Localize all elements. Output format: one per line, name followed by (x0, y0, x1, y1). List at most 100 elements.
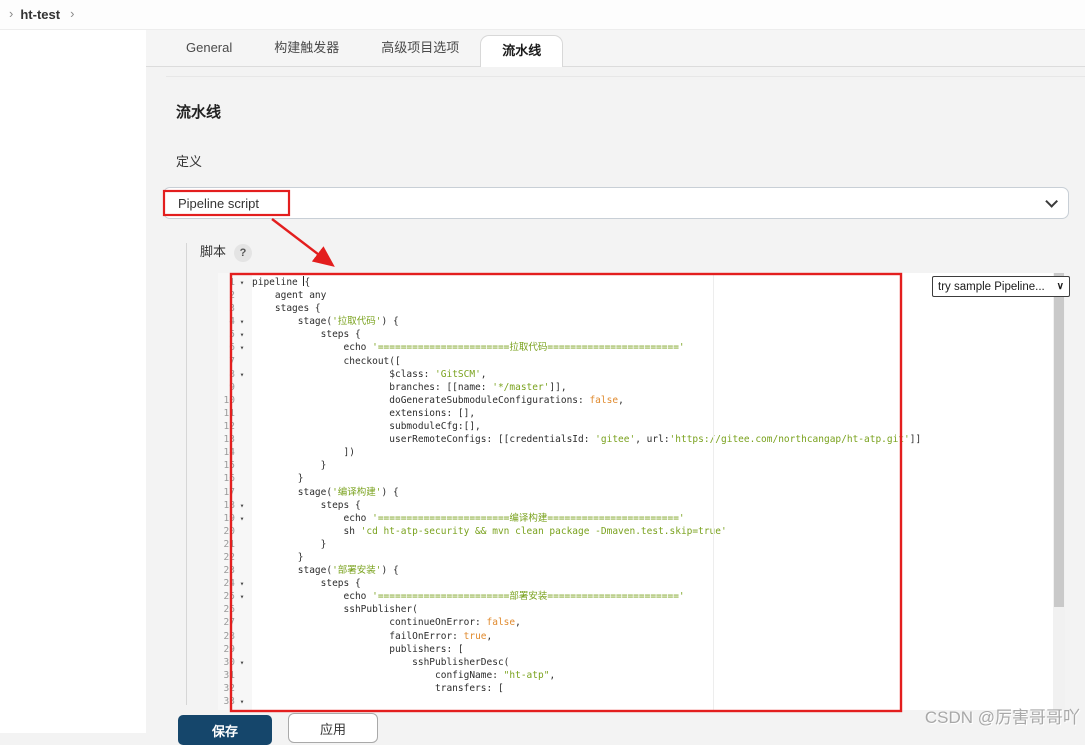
code-line[interactable]: stage('编译构建') { (252, 486, 1053, 499)
line-number[interactable]: 2 (218, 289, 252, 302)
fold-arrow-placeholder (235, 564, 249, 577)
line-number[interactable]: 8▾ (218, 368, 252, 381)
fold-arrow-placeholder (235, 394, 249, 407)
code-line[interactable]: stage('拉取代码') { (252, 315, 1053, 328)
fold-arrow-icon[interactable]: ▾ (235, 499, 249, 512)
line-number[interactable]: 18▾ (218, 499, 252, 512)
sidebar (0, 30, 146, 733)
line-number[interactable]: 22 (218, 551, 252, 564)
tab-advanced-project-options[interactable]: 高级项目选项 (360, 30, 480, 66)
code-line[interactable]: transfers: [ (252, 682, 1053, 695)
code-line[interactable]: echo '=======================拉取代码=======… (252, 341, 1053, 354)
content-divider (166, 76, 1085, 77)
line-number[interactable]: 23 (218, 564, 252, 577)
tab-build-triggers[interactable]: 构建触发器 (253, 30, 360, 66)
definition-select[interactable]: Pipeline script (163, 187, 1069, 219)
line-number[interactable]: 10 (218, 394, 252, 407)
line-number[interactable]: 12 (218, 420, 252, 433)
line-number[interactable]: 11 (218, 407, 252, 420)
fold-arrow-icon[interactable]: ▾ (235, 368, 249, 381)
line-number[interactable]: 7 (218, 355, 252, 368)
sample-pipeline-select[interactable]: try sample Pipeline... ∨ (932, 276, 1070, 297)
line-number[interactable]: 3 (218, 302, 252, 315)
fold-arrow-placeholder (235, 551, 249, 564)
code-line[interactable]: echo '=======================编译构建=======… (252, 512, 1053, 525)
fold-arrow-icon[interactable]: ▾ (235, 512, 249, 525)
line-number[interactable]: 29 (218, 643, 252, 656)
line-number[interactable]: 16 (218, 472, 252, 485)
fold-arrow-placeholder (235, 433, 249, 446)
line-number[interactable]: 1▾ (218, 276, 252, 289)
save-button[interactable]: 保存 (178, 715, 272, 745)
code-line[interactable]: extensions: [], (252, 407, 1053, 420)
section-divider (186, 243, 187, 705)
line-number[interactable]: 27 (218, 616, 252, 629)
code-line[interactable]: failOnError: true, (252, 630, 1053, 643)
line-number[interactable]: 21 (218, 538, 252, 551)
fold-arrow-icon[interactable]: ▾ (235, 577, 249, 590)
code-line[interactable]: steps { (252, 499, 1053, 512)
pipeline-script-editor[interactable]: 1▾234▾5▾6▾78▾9101112131415161718▾19▾2021… (218, 273, 1065, 710)
apply-button[interactable]: 应用 (288, 713, 378, 743)
tab-pipeline[interactable]: 流水线 (480, 35, 563, 67)
code-line[interactable]: steps { (252, 577, 1053, 590)
code-line[interactable]: } (252, 551, 1053, 564)
fold-arrow-icon[interactable]: ▾ (235, 276, 249, 289)
line-number[interactable]: 14 (218, 446, 252, 459)
code-line[interactable]: echo '=======================部署安装=======… (252, 590, 1053, 603)
line-number[interactable]: 6▾ (218, 341, 252, 354)
editor-code-area[interactable]: pipeline { agent any stages { stage('拉取代… (252, 273, 1053, 710)
line-number[interactable]: 5▾ (218, 328, 252, 341)
line-number[interactable]: 4▾ (218, 315, 252, 328)
fold-arrow-icon[interactable]: ▾ (235, 695, 249, 708)
line-number[interactable]: 28 (218, 630, 252, 643)
fold-arrow-placeholder (235, 616, 249, 629)
line-number[interactable]: 30▾ (218, 656, 252, 669)
code-line[interactable]: publishers: [ (252, 643, 1053, 656)
code-line[interactable]: steps { (252, 328, 1053, 341)
line-number[interactable]: 33▾ (218, 695, 252, 708)
fold-arrow-placeholder (235, 420, 249, 433)
fold-arrow-placeholder (235, 630, 249, 643)
code-line[interactable]: sshPublisher( (252, 603, 1053, 616)
code-line[interactable]: configName: "ht-atp", (252, 669, 1053, 682)
code-line[interactable]: $class: 'GitSCM', (252, 368, 1053, 381)
line-number[interactable]: 25▾ (218, 590, 252, 603)
line-number[interactable]: 19▾ (218, 512, 252, 525)
fold-arrow-icon[interactable]: ▾ (235, 590, 249, 603)
editor-scrollbar-thumb[interactable] (1054, 273, 1064, 607)
line-number[interactable]: 24▾ (218, 577, 252, 590)
fold-arrow-placeholder (235, 603, 249, 616)
help-icon[interactable]: ? (234, 244, 252, 262)
line-number[interactable]: 17 (218, 486, 252, 499)
code-line[interactable]: continueOnError: false, (252, 616, 1053, 629)
code-line[interactable]: } (252, 472, 1053, 485)
code-line[interactable]: submoduleCfg:[], (252, 420, 1053, 433)
code-line[interactable]: } (252, 538, 1053, 551)
editor-scrollbar[interactable] (1053, 273, 1065, 710)
line-number[interactable]: 15 (218, 459, 252, 472)
code-line[interactable]: branches: [[name: '*/master']], (252, 381, 1053, 394)
code-line[interactable]: stages { (252, 302, 1053, 315)
line-number[interactable]: 26 (218, 603, 252, 616)
line-number[interactable]: 31 (218, 669, 252, 682)
code-line[interactable]: sh 'cd ht-atp-security && mvn clean pack… (252, 525, 1053, 538)
code-line[interactable]: userRemoteConfigs: [[credentialsId: 'git… (252, 433, 1053, 446)
code-line[interactable]: sshPublisherDesc( (252, 656, 1053, 669)
line-number[interactable]: 13 (218, 433, 252, 446)
breadcrumb-item-ht-test[interactable]: ht-test (20, 7, 60, 22)
breadcrumb-chevron-icon: › (70, 6, 74, 21)
code-line[interactable]: ]) (252, 446, 1053, 459)
fold-arrow-icon[interactable]: ▾ (235, 341, 249, 354)
line-number[interactable]: 20 (218, 525, 252, 538)
code-line[interactable]: } (252, 459, 1053, 472)
line-number[interactable]: 9 (218, 381, 252, 394)
tab-general[interactable]: General (165, 30, 253, 66)
fold-arrow-icon[interactable]: ▾ (235, 328, 249, 341)
code-line[interactable]: stage('部署安装') { (252, 564, 1053, 577)
line-number[interactable]: 32 (218, 682, 252, 695)
code-line[interactable]: doGenerateSubmoduleConfigurations: false… (252, 394, 1053, 407)
fold-arrow-icon[interactable]: ▾ (235, 656, 249, 669)
code-line[interactable]: checkout([ (252, 355, 1053, 368)
fold-arrow-icon[interactable]: ▾ (235, 315, 249, 328)
